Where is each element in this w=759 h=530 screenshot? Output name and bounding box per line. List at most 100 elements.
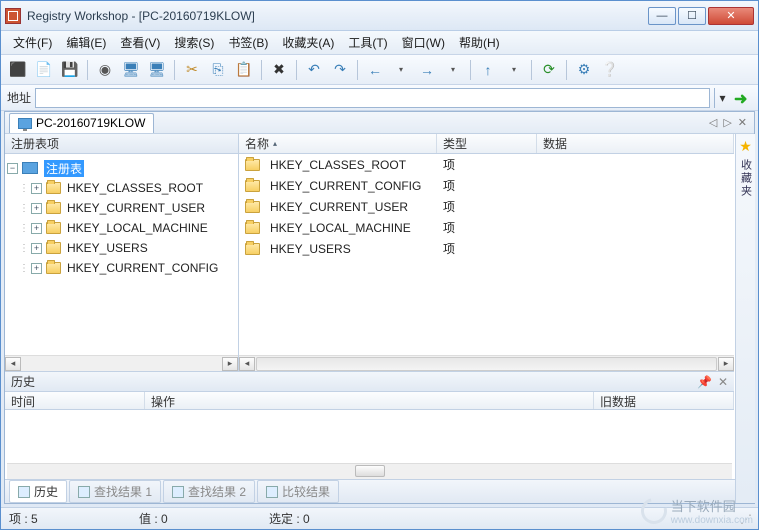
collapse-icon[interactable]: −	[7, 163, 18, 174]
address-dropdown-button[interactable]: ▾	[714, 88, 730, 108]
delete-button[interactable]: ✖	[268, 59, 290, 81]
forward-drop-button[interactable]: ▾	[442, 59, 464, 81]
maximize-button[interactable]: ☐	[678, 7, 706, 25]
hist-col-op[interactable]: 操作	[145, 392, 594, 409]
computers-button[interactable]: 🖥	[146, 59, 168, 81]
go-button[interactable]: ➜	[734, 89, 752, 107]
expand-icon[interactable]: +	[31, 243, 42, 254]
list-row[interactable]: HKEY_LOCAL_MACHINE 项	[239, 217, 734, 238]
titlebar: Registry Workshop - [PC-20160719KLOW] — …	[1, 1, 758, 31]
address-input[interactable]	[35, 88, 710, 108]
registry-tree[interactable]: − 注册表 ⋮ + HKEY_CLASSES_ROOT ⋮ + H	[5, 154, 238, 355]
expand-icon[interactable]: +	[31, 263, 42, 274]
help-button[interactable]: ❔	[599, 59, 621, 81]
close-icon[interactable]: ✕	[718, 375, 728, 389]
status-bar: 项 : 5 值 : 0 选定 : 0 ⋰	[1, 507, 758, 529]
tree-item[interactable]: ⋮ + HKEY_CLASSES_ROOT	[7, 178, 236, 198]
menu-window[interactable]: 窗口(W)	[396, 32, 451, 53]
resize-grip[interactable]: ⋰	[740, 512, 750, 526]
settings-button[interactable]: ⚙	[573, 59, 595, 81]
up-drop-button[interactable]: ▾	[503, 59, 525, 81]
col-type[interactable]: 类型	[437, 134, 537, 153]
new-local-button[interactable]: ⬛	[7, 59, 29, 81]
history-body[interactable]	[5, 410, 734, 463]
folder-icon	[46, 202, 61, 214]
list-row[interactable]: HKEY_CURRENT_CONFIG 项	[239, 175, 734, 196]
list-body[interactable]: HKEY_CLASSES_ROOT 项 HKEY_CURRENT_CONFIG …	[239, 154, 734, 355]
tab-prev-button[interactable]: ◁	[706, 116, 720, 129]
menu-file[interactable]: 文件(F)	[7, 32, 58, 53]
close-button[interactable]: ✕	[708, 7, 754, 25]
minimize-button[interactable]: —	[648, 7, 676, 25]
new-remote-button[interactable]: 📄	[33, 59, 55, 81]
pin-icon[interactable]: 📌	[697, 375, 712, 389]
tab-history[interactable]: 历史	[9, 480, 67, 503]
document-tab[interactable]: PC-20160719KLOW	[9, 113, 154, 133]
paste-button[interactable]: 📋	[233, 59, 255, 81]
scroll-right-icon[interactable]: ▸	[718, 357, 734, 371]
favorites-sidebar[interactable]: ★ 收藏夹	[735, 134, 755, 503]
menu-search[interactable]: 搜索(S)	[168, 32, 220, 53]
history-pane: 历史 📌 ✕ 时间 操作 旧数据	[5, 371, 734, 479]
history-hscrollbar[interactable]	[7, 463, 732, 479]
history-header-label: 历史	[11, 373, 35, 390]
main-area: 注册表项 − 注册表 ⋮ + HKEY_CLASSES_ROOT	[5, 134, 734, 371]
col-name[interactable]: 名称	[239, 134, 437, 153]
status-selected: 选定 : 0	[269, 510, 369, 527]
tab-close-button[interactable]: ✕	[735, 116, 750, 129]
copy-button[interactable]: ⎘	[207, 59, 229, 81]
folder-icon	[46, 182, 61, 194]
tab-compare[interactable]: 比较结果	[257, 480, 339, 503]
client-area: PC-20160719KLOW ◁ ▷ ✕ ★ 收藏夹 注册表项 − 注册表	[4, 111, 755, 504]
up-button[interactable]: ↑	[477, 59, 499, 81]
back-drop-button[interactable]: ▾	[390, 59, 412, 81]
cut-button[interactable]: ✂	[181, 59, 203, 81]
tree-root-label: 注册表	[44, 160, 84, 177]
tab-find2[interactable]: 查找结果 2	[163, 480, 255, 503]
expand-icon[interactable]: +	[31, 203, 42, 214]
monitor-button[interactable]: 🖥	[120, 59, 142, 81]
hist-col-time[interactable]: 时间	[5, 392, 145, 409]
tree-header-label: 注册表项	[11, 135, 59, 152]
expand-icon[interactable]: +	[31, 183, 42, 194]
menu-favorites[interactable]: 收藏夹(A)	[276, 32, 340, 53]
doc-icon	[18, 486, 30, 498]
tree-item[interactable]: ⋮ + HKEY_USERS	[7, 238, 236, 258]
menu-edit[interactable]: 编辑(E)	[60, 32, 112, 53]
menu-view[interactable]: 查看(V)	[114, 32, 166, 53]
save-button[interactable]: 💾	[59, 59, 81, 81]
folder-icon	[46, 242, 61, 254]
col-data[interactable]: 数据	[537, 134, 734, 153]
expand-icon[interactable]: +	[31, 223, 42, 234]
snapshot-button[interactable]: ◉	[94, 59, 116, 81]
scroll-right-icon[interactable]: ▸	[222, 357, 238, 371]
scroll-left-icon[interactable]: ◂	[5, 357, 21, 371]
status-items: 项 : 5	[9, 510, 109, 527]
back-button[interactable]: ←	[364, 59, 386, 81]
tree-item[interactable]: ⋮ + HKEY_LOCAL_MACHINE	[7, 218, 236, 238]
tree-item[interactable]: ⋮ + HKEY_CURRENT_CONFIG	[7, 258, 236, 278]
toolbar: ⬛ 📄 💾 ◉ 🖥 🖥 ✂ ⎘ 📋 ✖ ↶ ↷ ← ▾ → ▾ ↑ ▾ ⟳ ⚙ …	[1, 55, 758, 85]
menu-help[interactable]: 帮助(H)	[453, 32, 506, 53]
forward-button[interactable]: →	[416, 59, 438, 81]
folder-icon	[46, 262, 61, 274]
list-hscrollbar[interactable]: ◂ ▸	[239, 355, 734, 371]
folder-icon	[245, 222, 260, 234]
hist-col-old[interactable]: 旧数据	[594, 392, 734, 409]
tree-root[interactable]: − 注册表	[7, 158, 236, 178]
redo-button[interactable]: ↷	[329, 59, 351, 81]
list-row[interactable]: HKEY_USERS 项	[239, 238, 734, 259]
menu-tools[interactable]: 工具(T)	[342, 32, 393, 53]
list-row[interactable]: HKEY_CLASSES_ROOT 项	[239, 154, 734, 175]
tab-next-button[interactable]: ▷	[720, 116, 734, 129]
tree-hscrollbar[interactable]: ◂ ▸	[5, 355, 238, 371]
tree-item-label: HKEY_CURRENT_CONFIG	[67, 261, 218, 275]
scroll-left-icon[interactable]: ◂	[239, 357, 255, 371]
menu-bookmark[interactable]: 书签(B)	[222, 32, 274, 53]
tab-find1[interactable]: 查找结果 1	[69, 480, 161, 503]
undo-button[interactable]: ↶	[303, 59, 325, 81]
tree-item[interactable]: ⋮ + HKEY_CURRENT_USER	[7, 198, 236, 218]
list-row[interactable]: HKEY_CURRENT_USER 项	[239, 196, 734, 217]
refresh-button[interactable]: ⟳	[538, 59, 560, 81]
app-window: Registry Workshop - [PC-20160719KLOW] — …	[0, 0, 759, 530]
